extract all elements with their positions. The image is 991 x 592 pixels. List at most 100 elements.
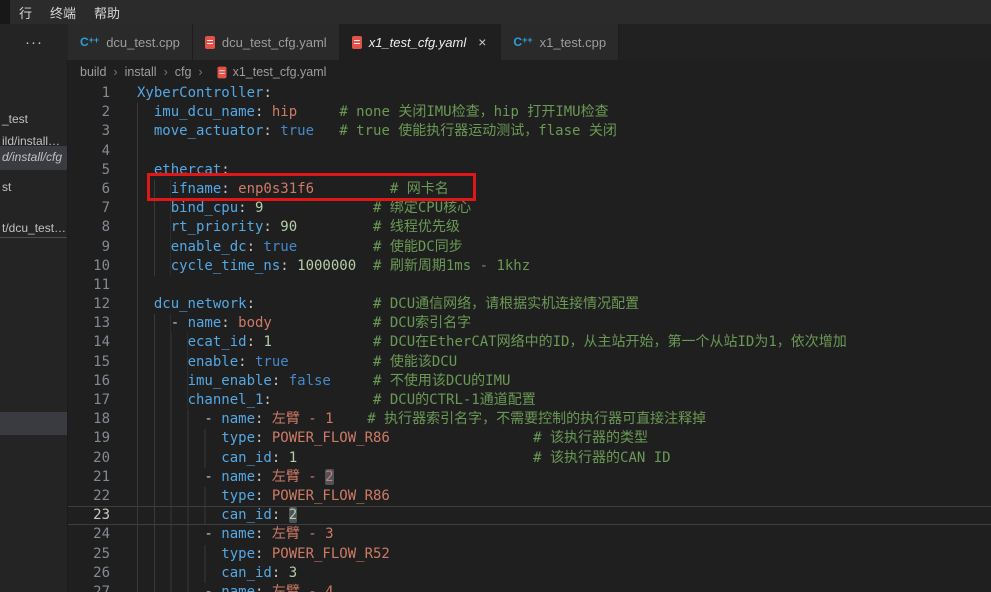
code-tokens: - name: 左臂 - 2 xyxy=(204,468,333,487)
line-number: 19 xyxy=(68,429,125,448)
code-line[interactable]: 15enable: true # 使能该DCU xyxy=(68,353,991,372)
line-number: 8 xyxy=(68,218,125,237)
indent-guides xyxy=(137,238,171,257)
code-tokens: rt_priority: 90 # 线程优先级 xyxy=(171,218,460,237)
breadcrumb-item[interactable]: cfg xyxy=(175,65,192,79)
code-line[interactable]: 7bind_cpu: 9 # 绑定CPU核心 xyxy=(68,199,991,218)
indent-guides xyxy=(137,218,171,237)
code-line[interactable]: 27- name: 左臂 - 4 xyxy=(68,583,991,592)
line-number: 26 xyxy=(68,564,125,583)
line-number: 5 xyxy=(68,161,125,180)
menu-corner-block xyxy=(0,0,10,24)
line-number: 10 xyxy=(68,257,125,276)
sidebar-item[interactable]: st xyxy=(0,176,67,198)
code-line[interactable]: 22type: POWER_FLOW_R86 xyxy=(68,487,991,506)
indent-guides xyxy=(137,429,221,448)
sidebar-item[interactable]: _test xyxy=(0,108,67,130)
indent-guides xyxy=(137,525,204,544)
menu-item[interactable]: 帮助 xyxy=(85,0,129,24)
code-line[interactable]: 25 type: POWER_FLOW_R52 xyxy=(68,545,991,564)
indent-guides xyxy=(137,314,171,333)
code-line[interactable]: 17 channel_1: # DCU的CTRL-1通道配置 xyxy=(68,391,991,410)
breadcrumb-separator: › xyxy=(164,65,168,79)
code-line[interactable]: 3move_actuator: true # true 使能执行器运动测试，fl… xyxy=(68,122,991,141)
tab-bar-filler xyxy=(619,24,991,60)
indent-guides xyxy=(137,161,154,180)
indent-guides xyxy=(137,353,188,372)
line-number: 6 xyxy=(68,180,125,199)
indent-guides xyxy=(137,410,204,429)
code-tokens: - name: body # DCU索引名字 xyxy=(171,314,471,333)
line-number: 7 xyxy=(68,199,125,218)
indent-guides xyxy=(137,180,171,199)
breadcrumb-separator: › xyxy=(198,65,202,79)
sidebar-item[interactable]: d/install/cfg xyxy=(0,146,67,170)
line-number: 25 xyxy=(68,545,125,564)
code-tokens: XyberController: xyxy=(137,84,272,103)
code-line[interactable]: 12dcu_network: # DCU通信网络，请根据实机连接情况配置 xyxy=(68,295,991,314)
indent-guides xyxy=(137,449,221,468)
code-tokens: dcu_network: # DCU通信网络，请根据实机连接情况配置 xyxy=(154,295,639,314)
line-number: 27 xyxy=(68,583,125,592)
code-line[interactable]: 19type: POWER_FLOW_R86 # 该执行器的类型 xyxy=(68,429,991,448)
sidebar-item[interactable]: t/dcu_test… xyxy=(0,217,67,239)
tab-label: x1_test_cfg.yaml xyxy=(369,35,467,50)
code-line[interactable]: 10cycle_time_ns: 1000000 # 刷新周期1ms - 1kh… xyxy=(68,257,991,276)
menu-bar: 行终端帮助 xyxy=(0,0,991,24)
close-icon[interactable]: × xyxy=(476,35,488,49)
breadcrumb-file[interactable]: x1_test_cfg.yaml xyxy=(233,65,327,79)
indent-guides xyxy=(137,103,154,122)
line-number: 1 xyxy=(68,84,125,103)
code-tokens: type: POWER_FLOW_R52 xyxy=(221,545,390,564)
code-tokens: channel_1: # DCU的CTRL-1通道配置 xyxy=(188,391,536,410)
code-line[interactable]: 8 rt_priority: 90 # 线程优先级 xyxy=(68,218,991,237)
line-number: 13 xyxy=(68,314,125,333)
code-tokens: ethercat: xyxy=(154,161,230,180)
indent-guides xyxy=(137,122,154,141)
code-line[interactable]: 9enable_dc: true # 使能DC同步 xyxy=(68,238,991,257)
line-number: 17 xyxy=(68,391,125,410)
indent-guides xyxy=(137,199,171,218)
breadcrumb-item[interactable]: install xyxy=(125,65,157,79)
indent-guides xyxy=(137,564,221,583)
menu-items: 行终端帮助 xyxy=(10,0,129,24)
line-number: 18 xyxy=(68,410,125,429)
tab-x1_test_cfg.yaml[interactable]: x1_test_cfg.yaml × xyxy=(340,24,502,60)
code-line[interactable]: 4 xyxy=(68,142,991,161)
code-line[interactable]: 18 - name: 左臂 - 1 # 执行器索引名字，不需要控制的执行器可直接注… xyxy=(68,410,991,429)
more-actions-icon[interactable]: ··· xyxy=(25,35,43,50)
code-tokens: - name: 左臂 - 1 # 执行器索引名字，不需要控制的执行器可直接注释掉 xyxy=(204,410,706,429)
code-line[interactable]: 5 ethercat: xyxy=(68,161,991,180)
code-line[interactable]: 13 - name: body # DCU索引名字 xyxy=(68,314,991,333)
code-line[interactable]: 20can_id: 1 # 该执行器的CAN ID xyxy=(68,449,991,468)
indent-guides xyxy=(137,295,154,314)
sidebar-separator xyxy=(0,237,67,238)
tab-dcu_test.cpp[interactable]: C++dcu_test.cpp xyxy=(68,24,193,60)
code-line[interactable]: 2imu_dcu_name: hip # none 关闭IMU检查，hip 打开… xyxy=(68,103,991,122)
code-line[interactable]: 21- name: 左臂 - 2 xyxy=(68,468,991,487)
indent-guides xyxy=(137,506,221,525)
vscode-window: 行终端帮助 ··· C++dcu_test.cppdcu_test_cfg.ya… xyxy=(0,0,991,592)
menu-item[interactable]: 终端 xyxy=(41,0,85,24)
code-line[interactable]: 24- name: 左臂 - 3 xyxy=(68,525,991,544)
indent-guides xyxy=(137,142,154,161)
code-line[interactable]: 6ifname: enp0s31f6 # 网卡名 xyxy=(68,180,991,199)
tab-dcu_test_cfg.yaml[interactable]: dcu_test_cfg.yaml xyxy=(193,24,340,60)
code-tokens: can_id: 2 xyxy=(221,506,297,525)
menu-item[interactable]: 行 xyxy=(10,0,41,24)
breadcrumb-item[interactable]: build xyxy=(80,65,106,79)
editor[interactable]: build›install›cfg›x1_test_cfg.yaml 1Xybe… xyxy=(68,60,991,592)
yaml-icon xyxy=(217,66,226,78)
code-line[interactable]: 11 xyxy=(68,276,991,295)
code-area[interactable]: 1 XyberController:2imu_dcu_name: hip # no… xyxy=(68,84,991,592)
code-line[interactable]: 14ecat_id: 1 # DCU在EtherCAT网络中的ID，从主站开始，… xyxy=(68,333,991,352)
line-number: 24 xyxy=(68,525,125,544)
tab-bar: ··· C++dcu_test.cppdcu_test_cfg.yamlx1_t… xyxy=(0,24,991,60)
code-line[interactable]: 16imu_enable: false # 不使用该DCU的IMU xyxy=(68,372,991,391)
code-line[interactable]: 1 XyberController: xyxy=(68,84,991,103)
sidebar-item[interactable] xyxy=(0,412,67,435)
code-line[interactable]: 26can_id: 3 xyxy=(68,564,991,583)
breadcrumb: build›install›cfg›x1_test_cfg.yaml xyxy=(68,60,991,84)
tab-x1_test.cpp[interactable]: C++x1_test.cpp xyxy=(501,24,619,60)
code-line[interactable]: 23can_id: 2 xyxy=(68,506,991,525)
